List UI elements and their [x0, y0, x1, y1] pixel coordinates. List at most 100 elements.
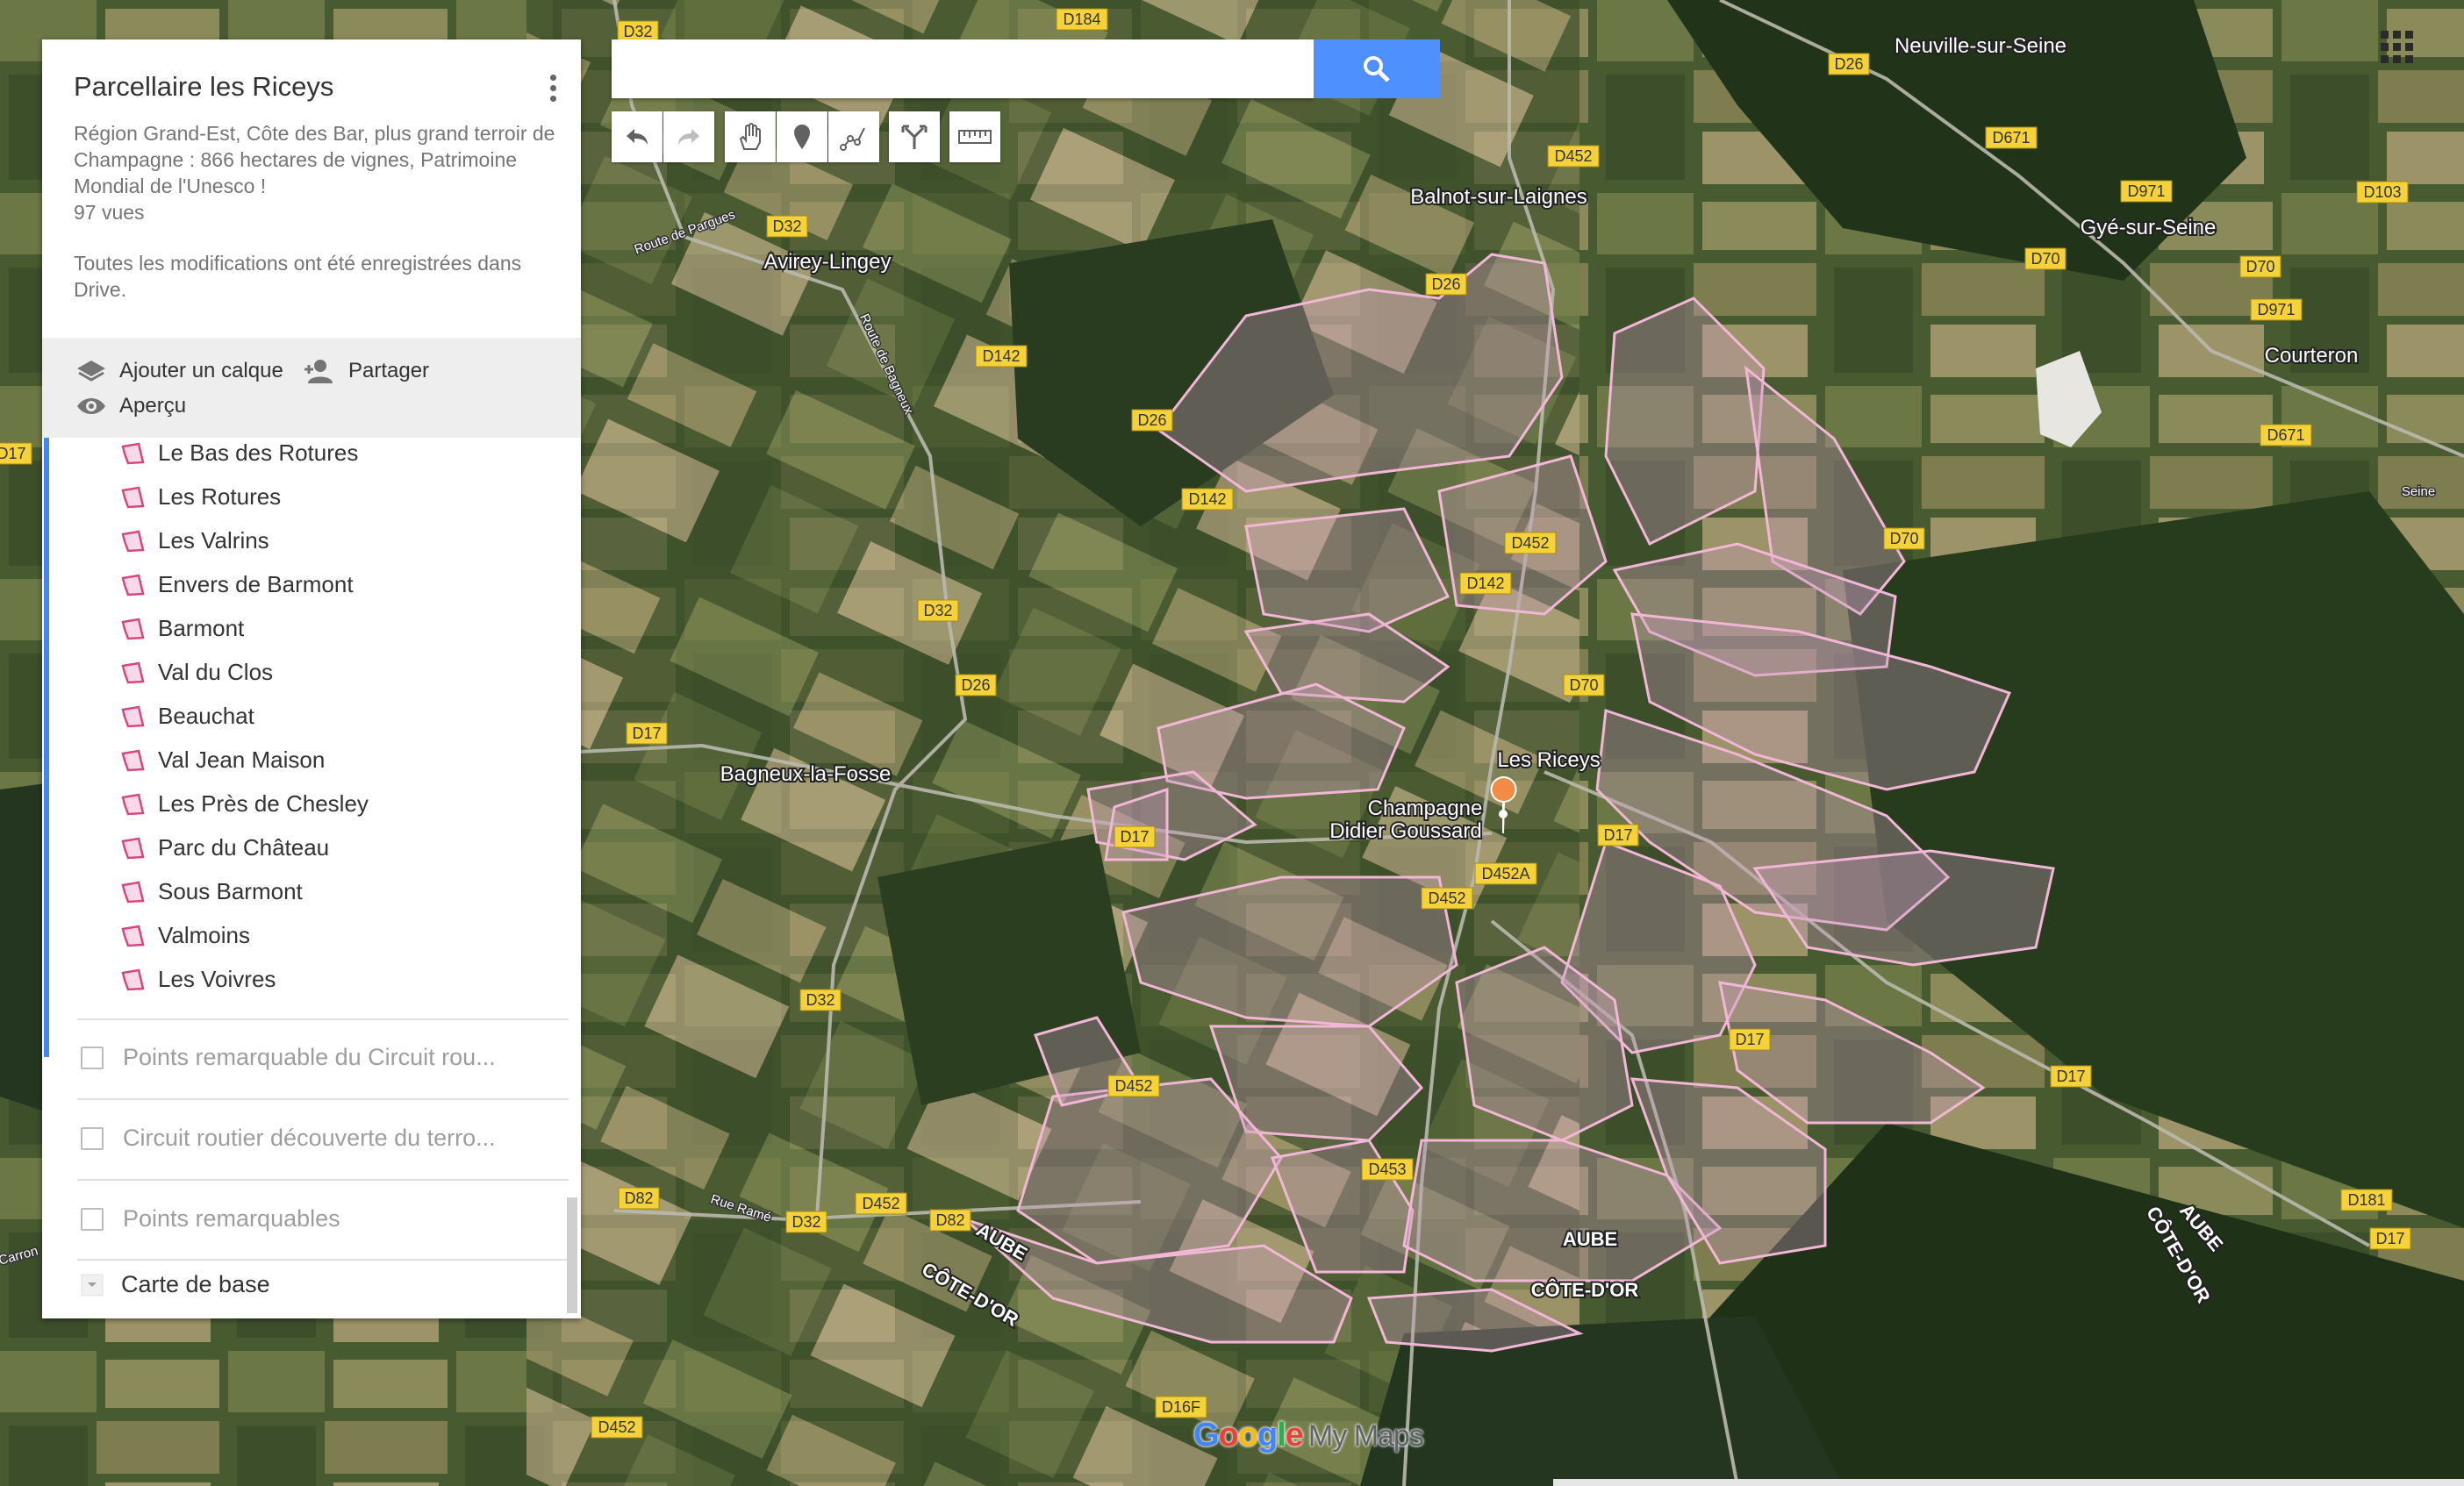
feature-item[interactable]: Les Voivres [119, 966, 276, 993]
share-button[interactable]: Partager [301, 357, 429, 385]
feature-label: Val Jean Maison [158, 747, 326, 773]
place-label: Bagneux-la-Fosse [720, 762, 892, 786]
svg-text:D32: D32 [806, 991, 834, 1009]
search-icon [1364, 55, 1390, 82]
polygon-icon [121, 793, 145, 815]
department-label: AUBE [1563, 1228, 1617, 1250]
svg-text:D26: D26 [1431, 275, 1460, 293]
divider [77, 1179, 569, 1181]
layer-label: Circuit routier découverte du terro... [123, 1125, 496, 1151]
layer-circuit-routier[interactable]: Circuit routier découverte du terro... [81, 1125, 496, 1152]
road-label: D452A [1474, 862, 1537, 885]
svg-text:D82: D82 [935, 1211, 964, 1229]
road-label: D452 [1547, 145, 1600, 168]
layer-checkbox[interactable] [81, 1207, 104, 1231]
draw-line-button[interactable] [828, 111, 879, 162]
svg-text:D142: D142 [1188, 490, 1226, 508]
feature-label: Val du Clos [158, 659, 274, 685]
feature-item[interactable]: Sous Barmont [119, 878, 303, 905]
svg-text:D671: D671 [1992, 129, 2030, 146]
road-label: D971 [2120, 180, 2173, 203]
feature-item[interactable]: Le Bas des Rotures [119, 439, 358, 467]
layer-checkbox[interactable] [81, 1046, 104, 1069]
feature-label: Envers de Barmont [158, 571, 354, 597]
feature-item[interactable]: Valmoins [119, 922, 250, 949]
road-label: D452 [1107, 1075, 1160, 1097]
svg-text:D453: D453 [1368, 1161, 1406, 1178]
svg-text:D17: D17 [1120, 828, 1149, 846]
pan-tool-button[interactable] [725, 111, 776, 162]
search-input[interactable] [612, 39, 1314, 98]
road-label: D17 [2050, 1065, 2092, 1088]
layer-points-remarquables[interactable]: Points remarquables [81, 1205, 340, 1232]
svg-text:D452: D452 [1114, 1077, 1152, 1095]
svg-text:D70: D70 [2246, 258, 2274, 275]
feature-item[interactable]: Les Rotures [119, 483, 281, 511]
feature-item[interactable]: Envers de Barmont [119, 571, 354, 598]
svg-text:D103: D103 [2363, 183, 2401, 201]
eye-icon [77, 398, 105, 414]
svg-text:D452: D452 [1511, 534, 1549, 552]
add-layer-label: Ajouter un calque [119, 359, 283, 382]
svg-text:D70: D70 [1569, 676, 1598, 694]
redo-button[interactable] [663, 111, 714, 162]
place-label: Balnot-sur-Laignes [1410, 185, 1587, 209]
map-title[interactable]: Parcellaire les Riceys [74, 71, 333, 103]
svg-text:D181: D181 [2347, 1191, 2385, 1209]
basemap-toggle[interactable]: Carte de base [81, 1271, 270, 1298]
feature-item[interactable]: Les Près de Chesley [119, 790, 369, 818]
google-my-maps-logo: Google My Maps [1193, 1417, 1424, 1454]
more-options-icon[interactable] [542, 71, 563, 106]
svg-text:D17: D17 [2375, 1230, 2404, 1247]
feature-item[interactable]: Barmont [119, 615, 244, 642]
add-layer-button[interactable]: Ajouter un calque [75, 357, 283, 385]
directions-button[interactable] [889, 111, 940, 162]
polygon-icon [121, 574, 145, 596]
feature-item[interactable]: Val du Clos [119, 659, 273, 686]
place-label: Avirey-Lingey [764, 250, 892, 274]
share-label: Partager [348, 359, 430, 382]
svg-text:D70: D70 [2031, 250, 2059, 268]
layer-points-circuit[interactable]: Points remarquable du Circuit rou... [81, 1044, 496, 1071]
feature-item[interactable]: Les Valrins [119, 527, 269, 554]
scrollbar[interactable] [567, 1197, 577, 1313]
feature-label: Le Bas des Rotures [158, 439, 359, 466]
active-layer-indicator [44, 438, 49, 1057]
road-label: D70 [2024, 247, 2066, 270]
apps-grid-icon[interactable] [2381, 31, 2416, 66]
road-label: D17 [0, 442, 32, 465]
undo-button[interactable] [612, 111, 663, 162]
road-label: D452 [855, 1192, 907, 1215]
basemap-label: Carte de base [121, 1271, 270, 1297]
polygon-icon [121, 705, 145, 727]
measure-button[interactable] [949, 111, 1000, 162]
place-label: Gyé-sur-Seine [2081, 216, 2217, 239]
svg-text:D32: D32 [791, 1213, 820, 1231]
place-label: Neuville-sur-Seine [1895, 34, 2066, 58]
feature-label: Barmont [158, 615, 245, 641]
road-label: D453 [1361, 1158, 1414, 1181]
road-label: D70 [1563, 674, 1605, 697]
feature-label: Sous Barmont [158, 878, 303, 904]
preview-button[interactable]: Aperçu [75, 394, 186, 418]
road-label: D142 [975, 345, 1028, 368]
svg-text:D17: D17 [2056, 1068, 2085, 1085]
map-description[interactable]: Région Grand-Est, Côte des Bar, plus gra… [74, 120, 565, 199]
feature-item[interactable]: Val Jean Maison [119, 747, 325, 774]
divider [77, 1018, 569, 1020]
road-label: D82 [618, 1187, 660, 1210]
road-label: D70 [2239, 255, 2281, 278]
feature-item[interactable]: Parc du Château [119, 834, 329, 861]
add-marker-button[interactable] [777, 111, 827, 162]
feature-item[interactable]: Beauchat [119, 703, 254, 730]
svg-text:D17: D17 [0, 445, 26, 462]
chevron-down-icon [81, 1274, 104, 1296]
road-label: D32 [785, 1211, 827, 1233]
undo-icon [627, 129, 648, 145]
divider [77, 1259, 569, 1261]
svg-text:D32: D32 [623, 23, 652, 40]
road-label: D82 [929, 1209, 971, 1232]
road-name-label: Seine [2402, 484, 2435, 499]
search-button[interactable] [1314, 39, 1440, 98]
layer-checkbox[interactable] [81, 1126, 104, 1150]
